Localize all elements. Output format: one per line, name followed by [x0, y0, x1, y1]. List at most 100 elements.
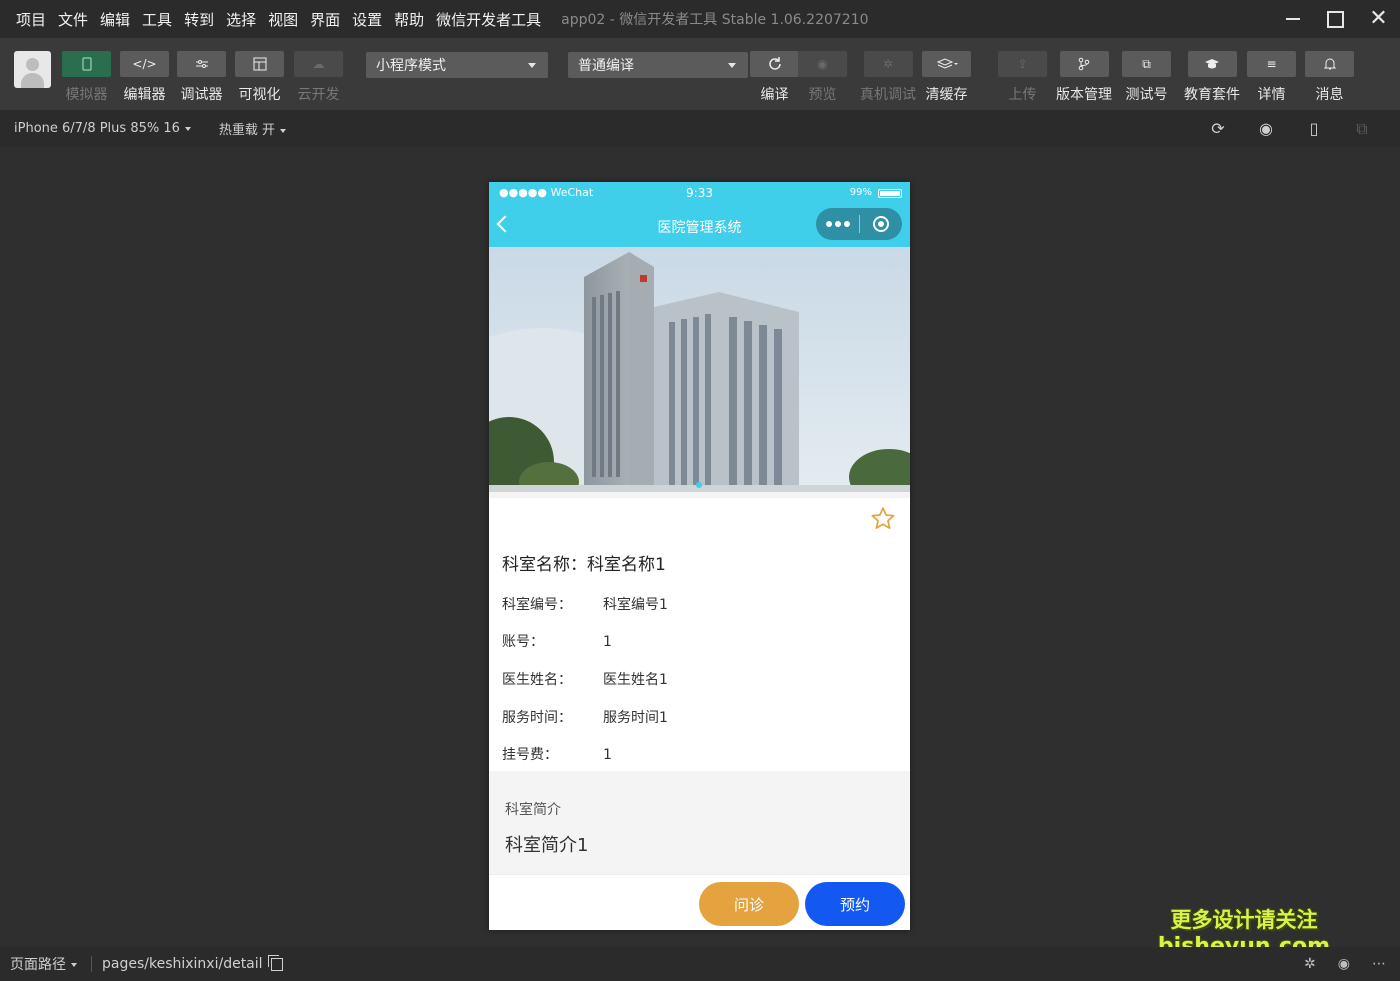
mode-select[interactable]: 小程序模式 [366, 52, 548, 78]
menu-select[interactable]: 选择 [226, 9, 256, 30]
banner-image[interactable] [489, 247, 910, 492]
field-value: 1 [603, 634, 612, 650]
menu-tools[interactable]: 工具 [142, 9, 172, 30]
status-bar: 页面路径 pages/keshixinxi/detail ✲ ◉ ⋯ [0, 947, 1400, 981]
compile-button[interactable]: 编译 [750, 51, 799, 104]
messages-button[interactable]: 消息 [1305, 51, 1354, 104]
simulator-button[interactable]: 模拟器 [62, 51, 111, 104]
test-account-label: 测试号 [1125, 87, 1168, 103]
chevron-down-icon [71, 963, 77, 967]
eye-icon[interactable]: ◉ [1338, 956, 1350, 972]
editor-label: 编辑器 [123, 87, 166, 103]
phone-icon [62, 51, 111, 77]
menu-lines-icon: ≡ [1247, 51, 1296, 77]
version-label: 版本管理 [1056, 87, 1112, 103]
hot-reload-value: 热重载 开 [218, 123, 276, 138]
department-intro: 科室简介 科室简介1 [489, 780, 910, 872]
maximize-button[interactable] [1314, 0, 1357, 38]
department-title: 科室名称：科室名称1 [502, 555, 666, 575]
version-button[interactable]: 版本管理 [1056, 51, 1112, 104]
watermark-line1: 更多设计请关注 [1170, 908, 1318, 932]
intro-heading: 科室简介 [505, 802, 561, 818]
field-row: 账号： 1 [502, 631, 612, 651]
chevron-down-icon [184, 126, 191, 131]
department-info-card: 科室名称：科室名称1 科室编号： 科室编号1 账号： 1 医生姓名： 医生姓名1 服务… [489, 498, 910, 771]
menu-view[interactable]: 视图 [268, 9, 298, 30]
menu-file[interactable]: 文件 [58, 9, 88, 30]
test-account-button[interactable]: ⧉ 测试号 [1122, 51, 1171, 104]
cloud-button[interactable]: ☁ 云开发 [294, 51, 343, 104]
minimize-button[interactable] [1271, 0, 1314, 38]
eye-icon: ◉ [798, 51, 847, 77]
field-row: 科室编号： 科室编号1 [502, 594, 668, 614]
details-button[interactable]: ≡ 详情 [1247, 51, 1296, 104]
menu-goto[interactable]: 转到 [184, 9, 214, 30]
field-row: 挂号费： 1 [502, 744, 612, 764]
menu-project[interactable]: 项目 [16, 9, 46, 30]
compile-select[interactable]: 普通编译 [568, 52, 748, 78]
menu-help[interactable]: 帮助 [394, 9, 424, 30]
consult-button[interactable]: 问诊 [699, 882, 799, 926]
chevron-down-icon [280, 128, 287, 133]
book-button[interactable]: 预约 [805, 882, 905, 926]
avatar[interactable] [14, 51, 51, 88]
close-icon: ✕ [1369, 6, 1388, 31]
mode-select-value: 小程序模式 [376, 58, 446, 74]
bell-icon [1305, 51, 1354, 77]
debugger-button[interactable]: 调试器 [177, 51, 226, 104]
action-footer: 问诊 预约 [489, 874, 910, 930]
sliders-icon [177, 51, 226, 77]
visual-label: 可视化 [238, 87, 281, 103]
copy-icon[interactable] [267, 954, 283, 971]
battery-icon [878, 189, 902, 198]
record-icon[interactable]: ◉ [1242, 119, 1290, 138]
upload-label: 上传 [1008, 87, 1037, 103]
close-button[interactable]: ✕ [1357, 0, 1400, 38]
rotate-icon[interactable]: ⟳ [1194, 119, 1242, 138]
intro-text: 科室简介1 [505, 835, 589, 856]
maximize-icon [1327, 10, 1344, 28]
device-select[interactable]: iPhone 6/7/8 Plus 85% 16 [14, 121, 191, 136]
field-label: 挂号费： [502, 747, 558, 763]
simulator-label: 模拟器 [65, 87, 108, 103]
page-path-select[interactable]: 页面路径 [10, 954, 77, 974]
clear-cache-button[interactable]: 清缓存 [922, 51, 971, 104]
minimize-icon [1285, 18, 1300, 20]
phone-simulator: ●●●●● WeChat 9:33 99% 医院管理系统 科室名称：科室名称1 … [489, 182, 910, 930]
clear-cache-label: 清缓存 [925, 87, 968, 103]
menu-edit[interactable]: 编辑 [100, 9, 130, 30]
menu-settings[interactable]: 设置 [352, 9, 382, 30]
window-icon[interactable]: ⧉ [1338, 119, 1386, 139]
phone-status-bar: ●●●●● WeChat 9:33 99% [489, 182, 910, 204]
chevron-down-icon [528, 63, 536, 68]
star-icon[interactable] [870, 506, 896, 532]
field-value: 服务时间1 [603, 710, 668, 726]
graduation-cap-icon [1187, 51, 1237, 77]
user-icon [26, 58, 39, 71]
carousel-indicator[interactable] [696, 482, 702, 488]
phone-nav-bar: 医院管理系统 [489, 204, 910, 247]
hot-reload-select[interactable]: 热重载 开 [218, 119, 287, 138]
phone-icon[interactable]: ▯ [1290, 119, 1338, 138]
menu-wechat-devtools[interactable]: 微信开发者工具 [436, 9, 541, 30]
preview-label: 预览 [808, 87, 837, 103]
bug-icon[interactable]: ✲ [1304, 956, 1316, 972]
more-icon[interactable] [816, 221, 859, 227]
battery-level: 99% [849, 187, 872, 198]
code-icon: </> [120, 51, 169, 77]
preview-button[interactable]: ◉ 预览 [798, 51, 847, 104]
branch-icon [1059, 51, 1109, 77]
menu-interface[interactable]: 界面 [310, 9, 340, 30]
more-icon[interactable]: ⋯ [1372, 956, 1386, 972]
window-controls: ✕ [1271, 0, 1400, 38]
remote-debug-button[interactable]: ✲ 真机调试 [860, 51, 916, 104]
visual-button[interactable]: 可视化 [235, 51, 284, 104]
compile-select-value: 普通编译 [578, 58, 634, 74]
field-row: 医生姓名： 医生姓名1 [502, 669, 668, 689]
upload-button[interactable]: ⇪ 上传 [998, 51, 1047, 104]
close-miniprogram-icon[interactable] [860, 216, 902, 232]
user-icon-body [21, 73, 44, 88]
field-value: 医生姓名1 [603, 672, 668, 688]
editor-button[interactable]: </> 编辑器 [120, 51, 169, 104]
edu-button[interactable]: 教育套件 [1184, 51, 1240, 104]
